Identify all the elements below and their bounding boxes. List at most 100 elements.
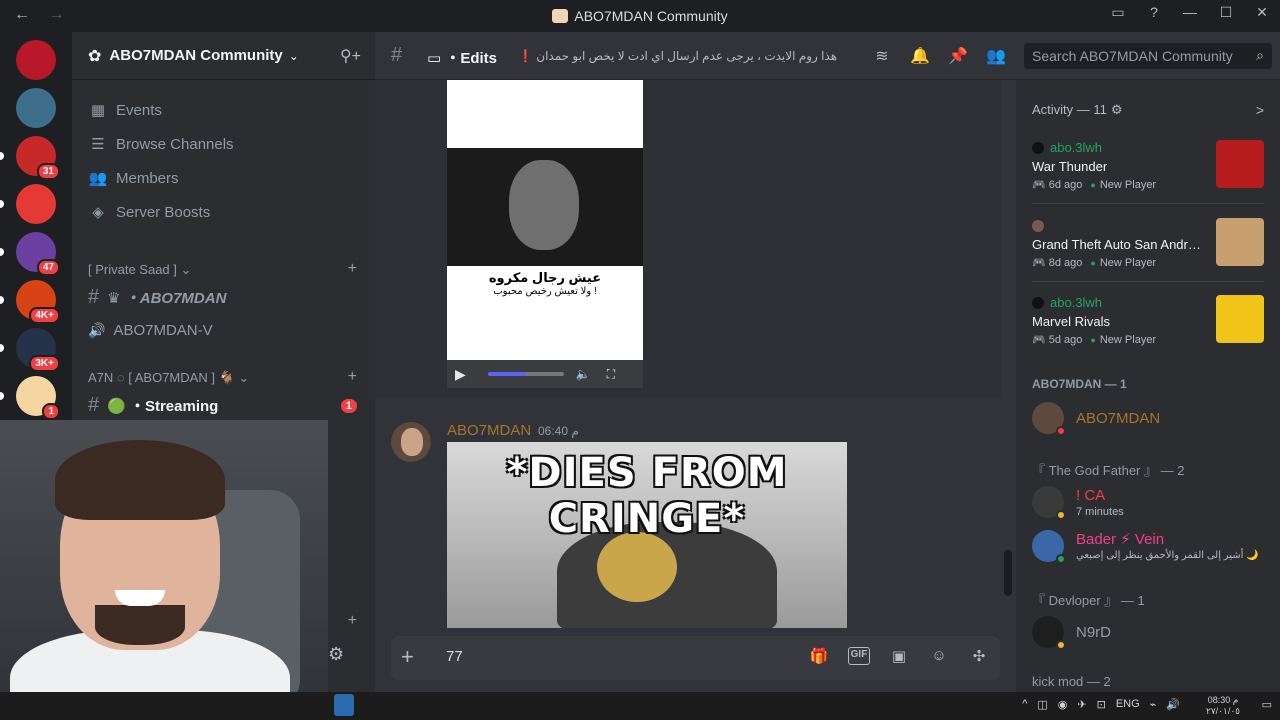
activity-tag: New Player xyxy=(1090,179,1156,191)
guild-icon[interactable] xyxy=(16,184,56,224)
tray-telegram-icon[interactable]: ✈ xyxy=(1077,698,1086,711)
guild-mention-badge: 4K+ xyxy=(29,307,60,324)
search-placeholder: Search ABO7MDAN Community xyxy=(1032,48,1233,64)
guild-icon[interactable]: 31 xyxy=(16,136,60,180)
add-channel-button[interactable]: + xyxy=(348,612,357,630)
gif-figure-helmet xyxy=(597,532,677,602)
system-tray: ^ ◫ ◉ ✈ ⊡ ENG ⌁ 🔊 xyxy=(1012,698,1180,711)
webcam-beard xyxy=(95,605,185,645)
guild-icon[interactable]: 4K+ xyxy=(16,280,60,324)
message-input[interactable]: 77 xyxy=(446,648,463,665)
guild-icon[interactable] xyxy=(16,88,56,128)
member-name: ! CA xyxy=(1076,486,1106,504)
video-progress-bar[interactable] xyxy=(487,372,564,376)
bell-icon[interactable]: 🔔 xyxy=(910,46,930,66)
activity-game: Marvel Rivals xyxy=(1032,314,1111,329)
activity-game: Grand Theft Auto San Andreas xyxy=(1032,237,1208,252)
sidebar-item-members[interactable]: 👥 Members xyxy=(88,163,179,193)
threads-icon[interactable]: ≋ xyxy=(872,46,892,66)
gif-attachment[interactable]: *DIES FROM CRINGE* xyxy=(447,442,847,628)
controller-icon: 🎮 xyxy=(1032,179,1049,191)
gear-icon[interactable]: ⚙ xyxy=(1111,102,1123,117)
guild-unread-pill xyxy=(0,248,4,256)
inbox-icon[interactable]: ▭ xyxy=(1100,4,1136,21)
member-item[interactable]: ! CA 7 minutes xyxy=(1032,486,1124,520)
notification-icon[interactable]: ▭ xyxy=(1262,698,1272,711)
person-add-icon[interactable]: ⚲+ xyxy=(340,46,361,66)
speaker-icon: 🔊 xyxy=(88,322,106,338)
channel-streaming[interactable]: # 🟢 ・Streaming xyxy=(88,394,218,417)
channel-abo7mdan[interactable]: # ♛ ・ABO7MDAN xyxy=(88,286,226,309)
boost-icon: ◈ xyxy=(92,204,104,221)
activity-game: War Thunder xyxy=(1032,159,1108,174)
message-author[interactable]: ABO7MDAN xyxy=(447,422,531,439)
pin-icon[interactable]: 📌 xyxy=(948,46,968,66)
member-item[interactable]: Bader ⚡ Vein أشير إلى القمر والأحمق ينظر… xyxy=(1032,530,1259,564)
category-abo7mdan[interactable]: A7N ◌ [ ABO7MDAN ] 🐐 ⌄ xyxy=(88,370,249,386)
add-channel-button[interactable]: + xyxy=(348,368,357,386)
gif-icon[interactable]: GIF xyxy=(848,647,870,665)
help-icon[interactable]: ? xyxy=(1136,4,1172,21)
guild-icon[interactable]: 1 xyxy=(16,376,60,420)
scrollbar[interactable] xyxy=(1004,550,1012,596)
member-item[interactable]: N9rD xyxy=(1032,616,1111,650)
tray-chevron-icon[interactable]: ^ xyxy=(1022,698,1027,711)
guild-unread-pill xyxy=(0,296,4,304)
network-icon[interactable]: ⌁ xyxy=(1150,698,1157,711)
activity-item[interactable]: abo.3lwh Marvel Rivals 🎮 5d ago New Playe… xyxy=(1032,295,1264,346)
guild-icon[interactable]: 3K+ xyxy=(16,328,60,372)
guild-mention-badge: 47 xyxy=(36,259,60,276)
taskbar-app-icon[interactable] xyxy=(334,694,354,716)
guild-mention-badge: 31 xyxy=(36,163,60,180)
sidebar-item-events[interactable]: ▦ Events xyxy=(88,95,162,125)
tray-record-icon[interactable]: ◉ xyxy=(1058,698,1068,711)
member-list-icon[interactable]: 👥 xyxy=(986,46,1006,66)
clock-time: 08:30 م xyxy=(1207,695,1239,705)
volume-icon[interactable]: 🔈 xyxy=(576,367,591,381)
search-input[interactable]: Search ABO7MDAN Community ⌕ xyxy=(1024,43,1272,69)
activity-tag: New Player xyxy=(1090,334,1156,346)
activity-user: abo.3lwh xyxy=(1050,140,1103,155)
activity-item[interactable]: Grand Theft Auto San Andreas 🎮 8d ago New… xyxy=(1032,218,1264,269)
tray-app-icon[interactable]: ◫ xyxy=(1037,698,1047,711)
channel-abo7mdan-v[interactable]: 🔊 ABO7MDAN-V xyxy=(88,322,213,339)
game-art-gta-sa xyxy=(1216,218,1264,266)
video-attachment[interactable]: عيش رجال مكروه ولا تعيش رخيص محبوب ! ▶ 🔈… xyxy=(447,80,643,388)
channel-topic[interactable]: هذا روم الايدت ، يرجى عدم ارسال اي ادت ل… xyxy=(518,49,837,63)
message-composer[interactable]: + 77 🎁 GIF ▣ ☺ ✣ xyxy=(391,636,1000,680)
emoji-icon[interactable]: ☺ xyxy=(928,647,950,665)
gift-icon[interactable]: 🎁 xyxy=(808,647,830,665)
avatar xyxy=(1032,486,1066,520)
category-private-saad[interactable]: [ Private Saad ] ⌄ xyxy=(88,262,191,278)
guild-icon[interactable]: 47 xyxy=(16,232,60,276)
status-indicator xyxy=(1056,640,1066,650)
close-button[interactable]: ✕ xyxy=(1244,4,1280,21)
guild-unread-pill xyxy=(0,152,4,160)
attach-plus-icon[interactable]: + xyxy=(401,644,414,670)
avatar[interactable] xyxy=(391,422,431,462)
sidebar-item-browse-channels[interactable]: ☰ Browse Channels xyxy=(88,129,233,159)
member-item[interactable]: ABO7MDAN xyxy=(1032,402,1161,436)
taskbar-clock[interactable]: 08:30 م ٢٧/٠١/٠٥ xyxy=(1206,695,1240,717)
tray-window-icon[interactable]: ⊡ xyxy=(1097,698,1106,711)
maximize-button[interactable]: ☐ xyxy=(1208,4,1244,21)
channel-label: ♛ ・ABO7MDAN xyxy=(107,290,227,307)
volume-icon[interactable]: 🔊 xyxy=(1166,698,1180,711)
guild-icon[interactable] xyxy=(16,40,56,80)
settings-gear-icon[interactable]: ⚙ xyxy=(328,644,348,665)
language-indicator[interactable]: ENG xyxy=(1116,698,1140,711)
chevron-right-icon[interactable]: > xyxy=(1256,102,1264,118)
apps-icon[interactable]: ✣ xyxy=(968,647,990,665)
play-icon[interactable]: ▶ xyxy=(455,366,466,383)
server-header[interactable]: ✿ ABO7MDAN Community ⌄ ⚲+ xyxy=(72,32,375,80)
activity-item[interactable]: abo.3lwh War Thunder 🎮 6d ago New Player xyxy=(1032,140,1264,191)
sticker-icon[interactable]: ▣ xyxy=(888,647,910,665)
sidebar-item-server-boosts[interactable]: ◈ Server Boosts xyxy=(88,197,210,227)
guild-mention-badge: 3K+ xyxy=(29,355,60,372)
member-name: ABO7MDAN xyxy=(1076,409,1161,427)
window-title-text: ABO7MDAN Community xyxy=(574,8,728,24)
fullscreen-icon[interactable]: ⛶ xyxy=(607,367,615,382)
add-channel-button[interactable]: + xyxy=(348,260,357,278)
avatar xyxy=(1032,616,1066,650)
minimize-button[interactable]: — xyxy=(1172,4,1208,21)
